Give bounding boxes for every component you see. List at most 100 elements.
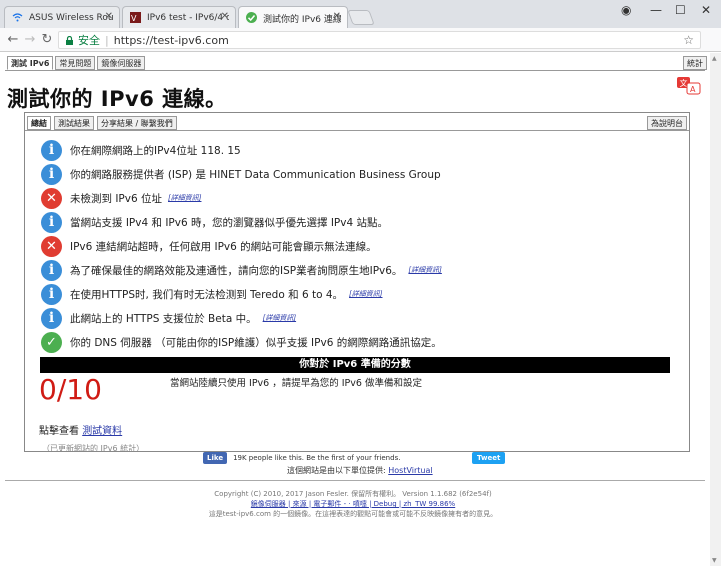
browser-toolbar: ← → ↻ 安全 | https://test-ipv6.com ☆ ···	[0, 28, 721, 82]
detail-line: 點擊查看 測試資料	[39, 422, 122, 437]
browser-tab-active[interactable]: 測試你的 IPv6 連線。 ✕	[238, 6, 348, 29]
facebook-like-count: 19K people like this. Be the first of yo…	[233, 454, 401, 462]
divider	[25, 130, 689, 131]
updated-note: （已更新網站的 IPv6 統計）	[42, 444, 145, 453]
result-row: i 當網站支援 IPv4 和 IPv6 時，您的瀏覽器似乎優先選擇 IPv4 站…	[41, 211, 388, 233]
info-icon: i	[41, 283, 62, 305]
info-icon: i	[41, 163, 62, 185]
error-icon: ✕	[41, 235, 62, 257]
result-text: IPv6 連結網站超時，任何啟用 IPv6 的網站可能會顯示無法連線。	[70, 240, 377, 253]
top-nav-tabs: 測試 IPv6 常見問題 鏡像伺服器	[7, 56, 147, 71]
secure-label: 安全	[78, 34, 100, 47]
tab-summary[interactable]: 總結	[27, 116, 51, 130]
tab-stats[interactable]: 統計	[683, 56, 707, 70]
tweet-button[interactable]: Tweet	[472, 452, 506, 464]
browser-tab-asus[interactable]: ASUS Wireless Router R ✕	[4, 6, 120, 28]
page-content: 測試 IPv6 常見問題 鏡像伺服器 統計 文 A 測試你的 IPv6 連線。 …	[0, 53, 721, 566]
bookmark-star-icon[interactable]: ☆	[683, 33, 694, 47]
info-icon: i	[41, 211, 62, 233]
close-tab-icon[interactable]: ✕	[221, 11, 229, 22]
result-row: i 在使用HTTPS时, 我们有时无法检测到 Teredo 和 6 to 4。 …	[41, 283, 383, 305]
tab-title: ASUS Wireless Router R	[29, 12, 113, 23]
tab-title: 測試你的 IPv6 連線。	[263, 14, 341, 25]
scroll-down-icon[interactable]: ▼	[712, 557, 717, 564]
result-text: 未檢測到 IPv6 位址	[70, 192, 162, 205]
tab-share-results[interactable]: 分享結果 / 聯繫我們	[97, 116, 177, 130]
tab-helpdesk[interactable]: 為說明台	[647, 116, 687, 130]
back-icon[interactable]: ←	[5, 32, 21, 48]
copyright: Copyright (C) 2010, 2017 Jason Fesler. 保…	[214, 490, 492, 498]
check-icon: ✓	[41, 331, 62, 353]
tab-title: IPv6 test - IPv6/4 conn	[147, 12, 229, 23]
footer-note: 這是test-ipv6.com 的一個鏡像。在這裡表達的觀點可能會或可能不反映鏡…	[208, 510, 498, 518]
result-text: 為了確保最佳的網路效能及連通性，請向您的ISP業者詢問原生地IPv6。	[70, 264, 403, 277]
lock-icon	[66, 35, 73, 45]
page-title: 測試你的 IPv6 連線。	[7, 87, 227, 111]
profile-icon[interactable]: ◉	[621, 3, 631, 17]
tab-bar: ASUS Wireless Router R ✕ V IPv6 test - I…	[0, 0, 721, 29]
minimize-icon[interactable]: —	[650, 3, 662, 17]
browser-tab-ipv6-test[interactable]: V IPv6 test - IPv6/4 conn ✕	[122, 6, 236, 28]
more-info-link[interactable]: [詳細資訊]	[408, 265, 441, 275]
close-tab-icon[interactable]: ✕	[105, 11, 113, 22]
facebook-like: Like 19K people like this. Be the first …	[203, 452, 400, 464]
hosted-prefix: 這個網站是由以下單位提供:	[287, 466, 386, 475]
result-text: 你的網路服務提供者 (ISP) 是 HINET Data Communicati…	[70, 168, 441, 181]
more-info-link[interactable]: [詳細資訊]	[349, 289, 382, 299]
address-bar[interactable]: 安全 | https://test-ipv6.com ☆	[58, 31, 701, 49]
svg-text:V: V	[131, 14, 137, 23]
separator: |	[105, 33, 109, 47]
detail-prefix: 點擊查看	[39, 426, 79, 437]
tab-mirrors[interactable]: 鏡像伺服器	[97, 56, 146, 70]
scrollbar[interactable]: ▲ ▼	[710, 53, 721, 566]
result-text: 在使用HTTPS时, 我们有时无法检测到 Teredo 和 6 to 4。	[70, 288, 344, 301]
tab-test-results[interactable]: 測試結果	[54, 116, 94, 130]
hostvirtual-link[interactable]: HostVirtual	[388, 466, 432, 475]
info-icon: i	[41, 139, 62, 161]
result-row: i 此網站上的 HTTPS 支援位於 Beta 中。 [詳細資訊]	[41, 307, 296, 329]
tab-test-ipv6[interactable]: 測試 IPv6	[7, 56, 54, 70]
language-icon[interactable]: 文 A	[677, 77, 701, 95]
close-tab-icon[interactable]: ✕	[333, 11, 341, 22]
more-info-link[interactable]: [詳細資訊]	[168, 193, 201, 203]
score-note: 當網站陸續只使用 IPv6 ，請提早為您的 IPv6 做準備和設定	[170, 378, 422, 389]
result-row: ✕ 未檢測到 IPv6 位址 [詳細資訊]	[41, 187, 201, 209]
info-icon: i	[41, 307, 62, 329]
scroll-up-icon[interactable]: ▲	[712, 55, 717, 62]
result-row: i 為了確保最佳的網路效能及連通性，請向您的ISP業者詢問原生地IPv6。 [詳…	[41, 259, 442, 281]
footer-links-text[interactable]: 鏡像伺服器 | 來源 | 電子郵件 - · 噴嚏 | Debug | zh_TW…	[251, 500, 455, 508]
url-text: https://test-ipv6.com	[113, 33, 229, 47]
reload-icon[interactable]: ↻	[39, 32, 55, 48]
result-text: 你的 DNS 伺服器 （可能由你的ISP維護）似乎支援 IPv6 的網際網路通訊…	[70, 336, 442, 349]
tab-faq[interactable]: 常見問題	[55, 56, 96, 70]
footer-links: 鏡像伺服器 | 來源 | 電子郵件 - · 噴嚏 | Debug | zh_TW…	[0, 499, 706, 509]
result-row: ✓ 你的 DNS 伺服器 （可能由你的ISP維護）似乎支援 IPv6 的網際網路…	[41, 331, 442, 353]
facebook-like-button[interactable]: Like	[203, 452, 228, 464]
result-text: 此網站上的 HTTPS 支援位於 Beta 中。	[70, 312, 257, 325]
result-row: i 你在網際網路上的IPv4位址 118. 15	[41, 139, 241, 161]
panel-tabs: 總結 測試結果 分享結果 / 聯繫我們	[27, 116, 180, 130]
close-window-icon[interactable]: ✕	[701, 3, 711, 17]
more-info-link[interactable]: [詳細資訊]	[263, 313, 296, 323]
maximize-icon[interactable]: ☐	[675, 3, 686, 17]
wifi-icon	[12, 13, 23, 22]
divider	[5, 70, 705, 71]
results-panel: 總結 測試結果 分享結果 / 聯繫我們 為說明台 i 你在網際網路上的IPv4位…	[24, 112, 690, 453]
result-text: 當網站支援 IPv4 和 IPv6 時，您的瀏覽器似乎優先選擇 IPv4 站點。	[70, 216, 388, 229]
site-favicon-icon: V	[130, 12, 141, 23]
new-tab-button[interactable]	[347, 10, 375, 25]
svg-text:文: 文	[680, 78, 688, 88]
check-favicon-icon	[246, 12, 257, 23]
hosted-by: 這個網站是由以下單位提供: HostVirtual	[287, 465, 433, 476]
svg-text:A: A	[690, 85, 696, 94]
forward-icon[interactable]: →	[22, 32, 38, 48]
error-icon: ✕	[41, 187, 62, 209]
info-icon: i	[41, 259, 62, 281]
score-title-bar: 你對於 IPv6 準備的分數	[40, 357, 670, 373]
divider	[5, 480, 705, 481]
result-text: 你在網際網路上的IPv4位址 118. 15	[70, 144, 241, 157]
result-row: i 你的網路服務提供者 (ISP) 是 HINET Data Communica…	[41, 163, 441, 185]
result-row: ✕ IPv6 連結網站超時，任何啟用 IPv6 的網站可能會顯示無法連線。	[41, 235, 377, 257]
test-data-link[interactable]: 測試資料	[82, 426, 122, 437]
score-value: 0/10	[39, 373, 102, 406]
